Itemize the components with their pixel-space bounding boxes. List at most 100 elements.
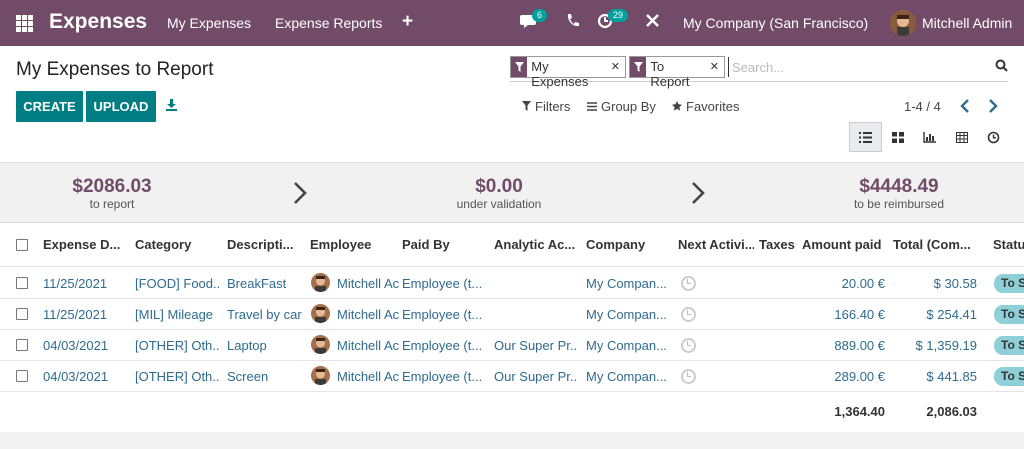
table-row[interactable]: 11/25/2021 [FOOD] Food... BreakFast Mitc… (0, 268, 1024, 299)
row-checkbox[interactable] (16, 370, 28, 382)
download-icon[interactable] (165, 98, 178, 114)
facet-value: To Report (650, 59, 690, 89)
app-title[interactable]: Expenses (49, 10, 147, 34)
list-footer (0, 432, 1024, 449)
remove-facet-icon[interactable]: ✕ (709, 57, 724, 77)
summary-to-be-reimbursed[interactable]: $4448.49 to be reimbursed (789, 176, 1009, 212)
cell-category: [FOOD] Food... (135, 276, 220, 291)
filter-icon (511, 57, 528, 77)
select-all-checkbox[interactable] (16, 239, 28, 251)
column-taxes[interactable]: Taxes (759, 237, 799, 252)
cell-amount: 166.40 € (834, 307, 885, 322)
debug-tools-icon[interactable] (645, 12, 660, 32)
expense-summary: $2086.03 to report $0.00 under validatio… (0, 162, 1024, 223)
row-checkbox[interactable] (16, 277, 28, 289)
remove-facet-icon[interactable]: ✕ (610, 57, 625, 77)
user-name[interactable]: Mitchell Admin (922, 15, 1012, 31)
column-status[interactable]: Status (993, 237, 1024, 252)
column-analytic-account[interactable]: Analytic Ac... (494, 237, 576, 252)
cell-employee: Mitchell Ac (337, 338, 400, 353)
column-expense-date[interactable]: Expense D... (43, 237, 123, 252)
activity-clock-icon[interactable] (681, 307, 696, 322)
cell-total: $ 441.85 (926, 369, 977, 384)
cell-total: $ 254.41 (926, 307, 977, 322)
column-total-company[interactable]: Total (Com... (893, 237, 975, 252)
chevron-right-icon (691, 181, 705, 208)
cell-amount: 20.00 € (841, 276, 885, 291)
plus-icon[interactable]: + (402, 11, 413, 33)
chevron-right-icon (293, 181, 307, 208)
cell-company: My Compan... (586, 338, 667, 353)
top-navbar: Expenses My Expenses Expense Reports + 6… (0, 0, 1024, 46)
summary-to-report[interactable]: $2086.03 to report (2, 176, 222, 212)
search-icon[interactable] (995, 59, 1008, 75)
activity-clock-icon[interactable]: 29 (597, 9, 629, 32)
total-company-currency: 2,086.03 (926, 404, 977, 419)
column-description[interactable]: Descripti... (227, 237, 297, 252)
row-checkbox[interactable] (16, 308, 28, 320)
facet-my-expenses[interactable]: My Expenses ✕ (510, 56, 626, 89)
cell-date: 11/25/2021 (43, 276, 108, 291)
column-employee[interactable]: Employee (310, 237, 390, 252)
app-menu-icon[interactable] (16, 15, 33, 32)
table-header: Expense D... Category Descripti... Emplo… (0, 224, 1024, 267)
table-totals-row: 1,364.40 2,086.03 (0, 392, 1024, 432)
summary-amount: $4448.49 (859, 176, 939, 197)
cell-employee: Mitchell Ac (337, 276, 400, 291)
cell-company: My Compan... (586, 307, 667, 322)
employee-avatar (311, 304, 330, 323)
activity-view-icon[interactable] (977, 122, 1010, 152)
facet-to-report[interactable]: To Report ✕ (629, 56, 725, 89)
column-category[interactable]: Category (135, 237, 215, 252)
table-row[interactable]: 04/03/2021 [OTHER] Oth... Screen Mitchel… (0, 361, 1024, 392)
cell-company: My Compan... (586, 276, 667, 291)
table-row[interactable]: 11/25/2021 [MIL] Mileage Travel by car M… (0, 299, 1024, 330)
cell-category: [OTHER] Oth... (135, 369, 220, 384)
cell-description: BreakFast (227, 276, 287, 291)
cell-description: Travel by car (227, 307, 302, 322)
pivot-view-icon[interactable] (945, 122, 978, 152)
cell-paid-by: Employee (t... (402, 307, 483, 322)
column-next-activity[interactable]: Next Activi... (678, 237, 754, 252)
status-badge: To S (994, 274, 1024, 293)
pager-previous-icon[interactable] (960, 99, 970, 116)
column-paid-by[interactable]: Paid By (402, 237, 482, 252)
cell-total: $ 30.58 (933, 276, 977, 291)
search-input[interactable] (728, 57, 978, 77)
page-title: My Expenses to Report (16, 59, 214, 80)
table-row[interactable]: 04/03/2021 [OTHER] Oth... Laptop Mitchel… (0, 330, 1024, 361)
activity-clock-icon[interactable] (681, 276, 696, 291)
employee-avatar (311, 273, 330, 292)
activity-clock-icon[interactable] (681, 369, 696, 384)
summary-under-validation[interactable]: $0.00 under validation (389, 176, 609, 212)
cell-analytic: Our Super Pr... (494, 369, 578, 384)
summary-label: to report (89, 197, 135, 211)
upload-button[interactable]: UPLOAD (86, 91, 156, 122)
phone-icon[interactable] (565, 12, 580, 32)
summary-amount: $2086.03 (72, 176, 152, 197)
pager-next-icon[interactable] (988, 99, 998, 116)
summary-amount: $0.00 (475, 176, 523, 197)
favorites-dropdown[interactable]: Favorites (672, 99, 739, 114)
kanban-view-icon[interactable] (881, 122, 914, 152)
filters-dropdown[interactable]: Filters (522, 99, 570, 114)
cell-category: [MIL] Mileage (135, 307, 214, 322)
groupby-dropdown[interactable]: Group By (587, 99, 656, 114)
cell-amount: 889.00 € (834, 338, 885, 353)
status-badge: To S (994, 336, 1024, 355)
graph-view-icon[interactable] (913, 122, 946, 152)
company-switcher[interactable]: My Company (San Francisco) (683, 15, 868, 31)
menu-my-expenses[interactable]: My Expenses (167, 15, 251, 31)
create-button[interactable]: CREATE (16, 91, 83, 122)
list-view-icon[interactable] (849, 122, 882, 152)
column-company[interactable]: Company (586, 237, 666, 252)
column-amount-paid[interactable]: Amount paid (802, 237, 882, 252)
messages-icon[interactable]: 6 (520, 9, 548, 32)
row-checkbox[interactable] (16, 339, 28, 351)
user-avatar[interactable] (890, 10, 916, 36)
cell-total: $ 1,359.19 (915, 338, 977, 353)
pager-value[interactable]: 1-4 / 4 (904, 99, 941, 114)
cell-paid-by: Employee (t... (402, 338, 483, 353)
activity-clock-icon[interactable] (681, 338, 696, 353)
menu-expense-reports[interactable]: Expense Reports (275, 15, 382, 31)
